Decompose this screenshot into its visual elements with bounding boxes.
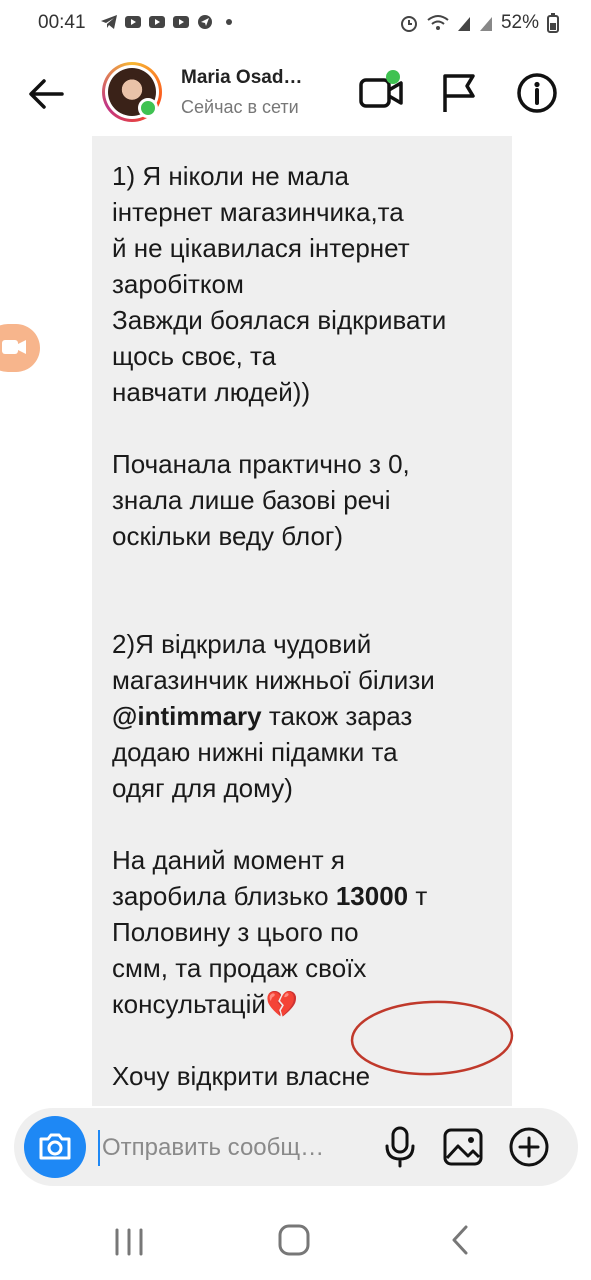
camera-icon — [39, 1133, 71, 1160]
message-input[interactable] — [98, 1130, 374, 1166]
video-active-dot — [386, 70, 400, 84]
chat-area[interactable]: 1) Я ніколи не мала інтернет магазинчика… — [0, 136, 591, 1106]
system-navigation-bar — [0, 1200, 591, 1280]
message-paragraph-1: 1) Я ніколи не мала інтернет магазинчика… — [112, 161, 447, 407]
battery-icon — [547, 13, 559, 33]
mention-link[interactable]: @intimmary — [112, 701, 262, 731]
message-paragraph-4b: додаю нижні підамки та одяг для дому) — [112, 737, 398, 803]
message-paragraph-5: На даний момент я заробила близько 13000… — [112, 842, 504, 914]
flag-icon[interactable] — [440, 72, 478, 114]
microphone-icon[interactable] — [380, 1126, 420, 1168]
add-icon[interactable] — [508, 1126, 550, 1168]
info-icon[interactable] — [516, 72, 558, 114]
wifi-icon — [427, 15, 449, 30]
status-bar: 00:41 52% — [0, 0, 591, 48]
home-icon[interactable] — [276, 1222, 312, 1258]
message-composer — [14, 1108, 578, 1186]
telegram-icon — [101, 15, 117, 29]
gallery-icon[interactable] — [442, 1126, 484, 1168]
floating-video-button[interactable] — [0, 324, 40, 372]
contact-name[interactable]: Maria Osad… — [181, 67, 331, 89]
earnings-amount: 13000 — [335, 881, 409, 911]
contact-status: Сейчас в сети — [181, 97, 299, 117]
signal-icon — [479, 17, 492, 31]
youtube-icon — [173, 16, 189, 28]
dot-icon — [226, 19, 232, 25]
youtube-icon — [125, 16, 141, 28]
message-text: 1) Я ніколи не мала інтернет магазинчика… — [112, 158, 504, 1094]
recent-apps-icon[interactable] — [112, 1222, 146, 1262]
message-text-span: також зараз — [261, 701, 413, 731]
navigation-icon — [198, 15, 212, 29]
video-camera-icon — [2, 340, 26, 354]
message-text-span: На даний момент я заробила близько — [112, 845, 345, 911]
message-text-span: т — [408, 881, 428, 911]
system-icons: 52% — [399, 12, 559, 34]
online-indicator — [138, 98, 158, 118]
message-paragraph-4: @intimmary також зараз — [112, 698, 504, 734]
status-time: 00:41 — [38, 12, 86, 33]
alarm-icon — [400, 16, 417, 32]
back-arrow-icon[interactable] — [24, 72, 68, 116]
camera-button[interactable] — [24, 1116, 86, 1178]
message-paragraph-3: 2)Я відкрила чудовий магазинчик нижньої … — [112, 629, 435, 695]
highlight-circle — [350, 1000, 514, 1076]
notification-icons — [100, 14, 238, 30]
chat-header: Maria Osad… Сейчас в сети — [0, 52, 591, 134]
signal-icon — [457, 17, 470, 31]
nav-back-icon[interactable] — [446, 1222, 474, 1258]
battery-percent: 52% — [500, 12, 539, 33]
message-paragraph-2: Почанала практично з 0, знала лише базов… — [112, 449, 410, 551]
youtube-icon — [149, 16, 165, 28]
